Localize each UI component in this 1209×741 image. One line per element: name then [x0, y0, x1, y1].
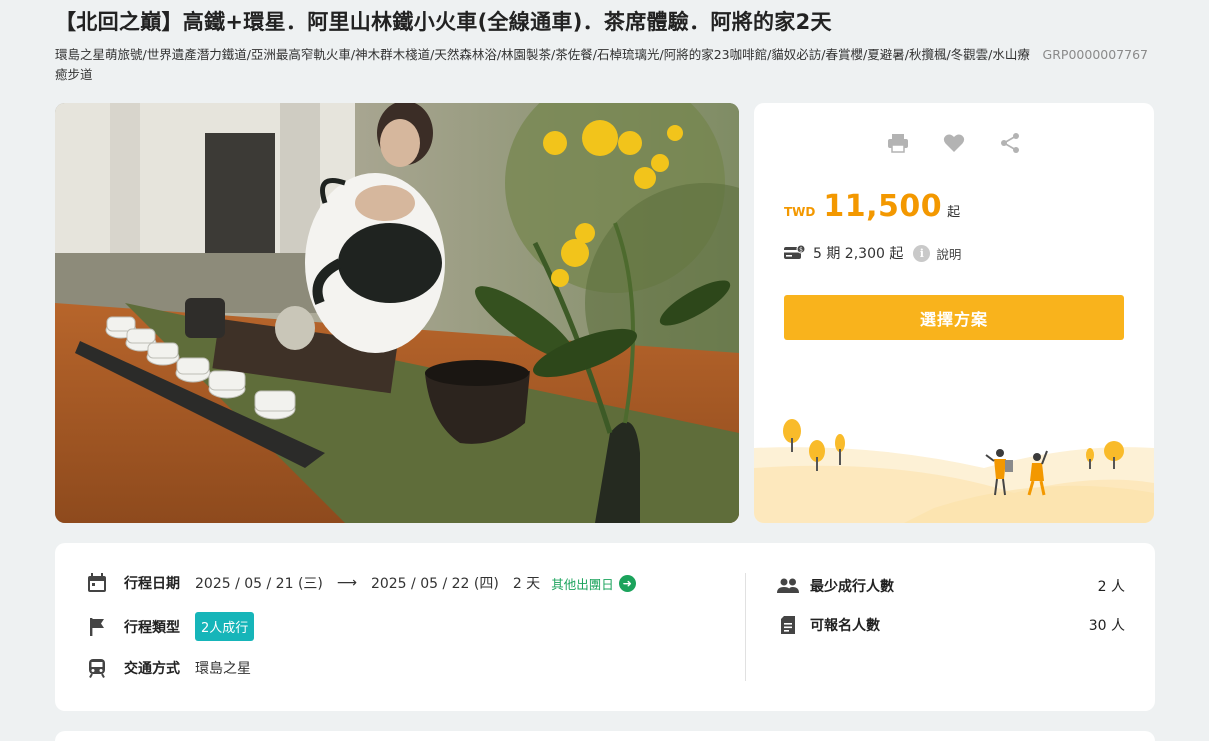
- heart-icon[interactable]: [942, 131, 966, 155]
- trip-type-row: 行程類型 2人成行: [87, 612, 255, 641]
- transport-label: 交通方式: [124, 661, 180, 677]
- capacity-value: 30 人: [1088, 618, 1125, 634]
- transport-value: 環島之星: [195, 661, 251, 677]
- other-dates-label: 其他出團日: [551, 576, 614, 592]
- clipboard-icon: [777, 614, 799, 636]
- tour-tags: 環島之星萌旅號/世界遺產潛力鐵道/亞洲最高窄軌火車/神木群木棧道/天然森林浴/林…: [55, 47, 1030, 82]
- group-icon: [777, 575, 799, 597]
- capacity-label: 可報名人數: [810, 618, 880, 634]
- trip-info-card: 行程日期 2025 / 05 / 21 (三) ⟶ 2025 / 05 / 22…: [55, 543, 1155, 711]
- trip-days: 2 天: [512, 576, 541, 592]
- end-date: 2025 / 05 / 22 (四): [370, 576, 499, 592]
- price-card: TWD 11,500 起 $ 5 期 2,300 起 i 說明 選擇方案: [754, 103, 1154, 523]
- trip-type-badge: 2人成行: [195, 612, 255, 641]
- price-from-suffix: 起: [947, 205, 961, 220]
- flag-icon: [87, 617, 107, 637]
- other-dates-link[interactable]: 其他出團日 ➜: [551, 574, 636, 593]
- next-section-card: [55, 731, 1155, 741]
- info-icon[interactable]: i: [913, 244, 931, 262]
- capacity-row: 可報名人數 30 人: [777, 614, 1125, 636]
- explain-link[interactable]: 說明: [936, 244, 961, 263]
- currency-label: TWD: [784, 205, 816, 219]
- trip-date-row: 行程日期 2025 / 05 / 21 (三) ⟶ 2025 / 05 / 22…: [87, 573, 636, 593]
- trip-type-label: 行程類型: [124, 619, 180, 636]
- price-amount: 11,500: [823, 189, 943, 224]
- svg-text:$: $: [799, 247, 803, 254]
- action-icons: [754, 131, 1154, 155]
- installment-row: $ 5 期 2,300 起 i 說明: [784, 243, 961, 263]
- min-people-row: 最少成行人數 2 人: [777, 575, 1125, 597]
- page-title: 【北回之巔】高鐵+環星．阿里山林鐵小火車(全線通車)．茶席體驗．阿將的家2天: [55, 10, 832, 34]
- travel-illustration: [754, 419, 1154, 523]
- tea-ceremony-photo: [55, 103, 739, 523]
- divider: [745, 573, 746, 681]
- installment-text: 5 期 2,300 起: [813, 246, 904, 262]
- transport-row: 交通方式 環島之星: [87, 658, 251, 678]
- arrow-right-icon: ⟶: [336, 575, 357, 591]
- select-plan-button[interactable]: 選擇方案: [784, 295, 1124, 340]
- trip-date-label: 行程日期: [124, 576, 180, 592]
- price: TWD 11,500 起: [784, 189, 960, 224]
- product-code: GRP0000007767: [1042, 47, 1148, 62]
- train-icon: [87, 658, 107, 678]
- start-date: 2025 / 05 / 21 (三): [195, 576, 323, 592]
- min-people-label: 最少成行人數: [810, 579, 894, 595]
- print-icon[interactable]: [886, 131, 910, 155]
- share-icon[interactable]: [998, 131, 1022, 155]
- credit-card-icon: $: [784, 245, 805, 261]
- calendar-icon: [87, 573, 107, 593]
- hero-image[interactable]: [55, 103, 739, 523]
- min-people-value: 2 人: [1097, 579, 1125, 595]
- arrow-circle-icon: ➜: [618, 574, 636, 592]
